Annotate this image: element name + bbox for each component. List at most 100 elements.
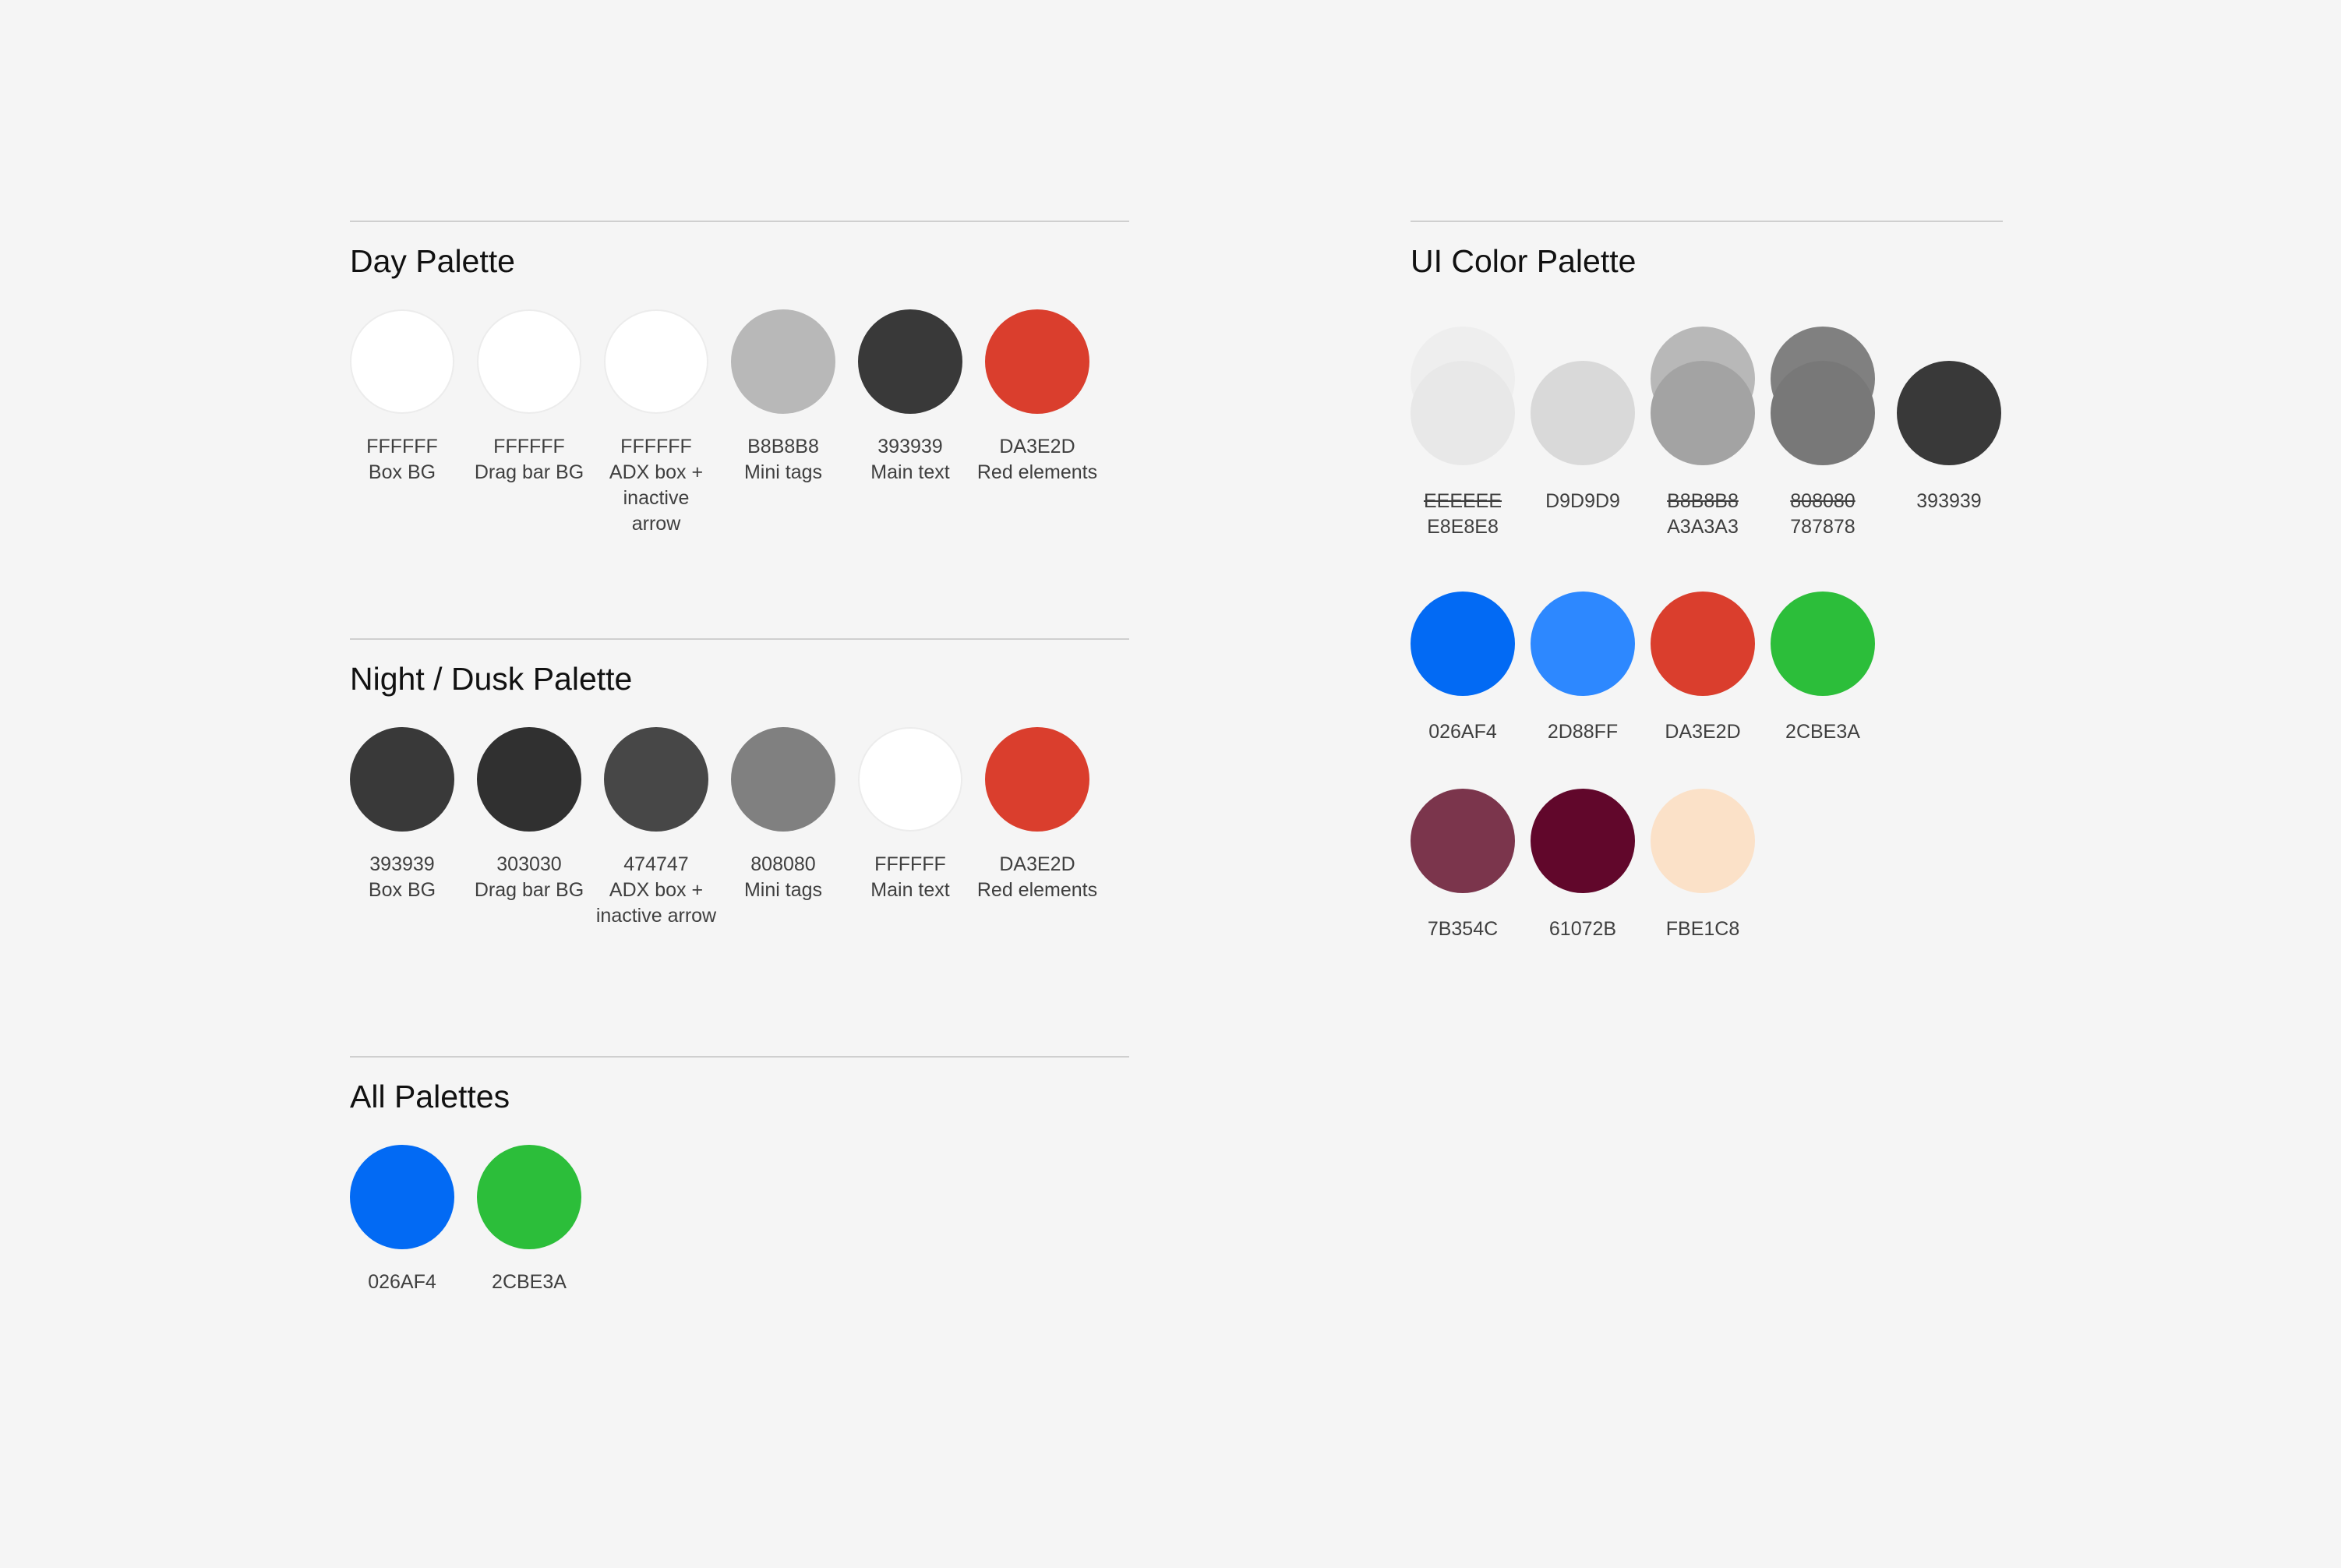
hex-label: 303030 xyxy=(496,853,562,875)
hex-label: 7B354C xyxy=(1427,918,1499,940)
color-circle xyxy=(1531,592,1635,696)
color-circle xyxy=(350,1145,454,1249)
color-circle xyxy=(350,727,454,832)
ui-color-palette-section: UI Color Palette EEEEEE E8E8E8 D9D9D9 B8B… xyxy=(1411,221,2003,940)
swatch: 808080 Mini tags xyxy=(731,727,835,903)
color-circle xyxy=(985,309,1089,414)
usage-label: Mini tags xyxy=(743,879,823,901)
swatch-row-accents: 026AF4 2D88FF DA3E2D 2CBE3A xyxy=(1411,592,2003,763)
section-title: UI Color Palette xyxy=(1411,243,1637,279)
color-circle xyxy=(1411,361,1515,465)
night-palette-section: Night / Dusk Palette 393939 Box BG 303030… xyxy=(350,638,1129,929)
swatch-row: 026AF4 2CBE3A xyxy=(350,1145,1129,1295)
hex-label: 61072B xyxy=(1548,918,1617,940)
hex-label: 787878 xyxy=(1790,516,1855,538)
hex-label: FFFFFF xyxy=(366,436,438,457)
swatch: DA3E2D Red elements xyxy=(977,727,1097,903)
usage-label: Box BG xyxy=(368,879,436,901)
section-divider xyxy=(350,221,1129,222)
hex-label-deprecated: 808080 xyxy=(1790,490,1855,512)
swatch: 2D88FF xyxy=(1531,592,1635,745)
color-circle xyxy=(858,727,962,832)
hex-label: 393939 xyxy=(1916,490,1982,512)
usage-label: inactive arrow xyxy=(595,905,717,927)
swatch-stacked: EEEEEE E8E8E8 xyxy=(1411,327,1515,540)
swatch: FFFFFF Main text xyxy=(858,727,962,903)
swatch: 2CBE3A xyxy=(1771,592,1875,745)
swatch: 393939 xyxy=(1897,327,2001,514)
all-palettes-section: All Palettes 026AF4 2CBE3A xyxy=(350,1056,1129,1295)
color-circle xyxy=(477,309,581,414)
usage-label: inactive xyxy=(623,487,690,509)
color-circle xyxy=(1651,789,1755,893)
swatch: B8B8B8 Mini tags xyxy=(731,309,835,486)
color-circle xyxy=(1651,592,1755,696)
hex-label-deprecated: B8B8B8 xyxy=(1667,490,1739,512)
hex-label: 026AF4 xyxy=(1428,721,1497,743)
color-circle xyxy=(858,309,962,414)
swatch: 026AF4 xyxy=(350,1145,454,1295)
hex-label: 393939 xyxy=(369,853,435,875)
usage-label: Drag bar BG xyxy=(474,461,584,483)
usage-label: Red elements xyxy=(976,461,1098,483)
usage-label: Mini tags xyxy=(743,461,823,483)
hex-label: FFFFFF xyxy=(620,436,692,457)
swatch-row-neutrals: EEEEEE E8E8E8 D9D9D9 B8B8B8 A3A3A3 808080 7… xyxy=(1411,327,2003,560)
color-circle xyxy=(1531,789,1635,893)
usage-label: Red elements xyxy=(976,879,1098,901)
hex-label: E8E8E8 xyxy=(1427,516,1499,538)
swatch: FFFFFF ADX box + inactive arrow xyxy=(604,309,708,537)
hex-label-deprecated: EEEEEE xyxy=(1423,490,1502,512)
hex-label: DA3E2D xyxy=(1665,721,1741,743)
section-divider xyxy=(1411,221,2003,222)
hex-label: DA3E2D xyxy=(999,853,1075,875)
swatch-stacked: B8B8B8 A3A3A3 xyxy=(1651,327,1755,540)
swatch: FFFFFF Drag bar BG xyxy=(475,309,584,486)
swatch: 393939 Main text xyxy=(858,309,962,486)
usage-label: arrow xyxy=(631,513,681,535)
usage-label: Main text xyxy=(870,879,950,901)
hex-label: D9D9D9 xyxy=(1545,490,1620,512)
hex-label: A3A3A3 xyxy=(1667,516,1739,538)
swatch: 303030 Drag bar BG xyxy=(475,727,584,903)
hex-label: 026AF4 xyxy=(368,1271,436,1293)
hex-label: 2D88FF xyxy=(1547,721,1619,743)
swatch: 026AF4 xyxy=(1411,592,1515,745)
swatch: 61072B xyxy=(1531,789,1635,942)
color-circle xyxy=(1651,361,1755,465)
section-divider xyxy=(350,1056,1129,1058)
swatch-row-warm: 7B354C 61072B FBE1C8 xyxy=(1411,789,2003,960)
color-circle xyxy=(477,1145,581,1249)
hex-label: 393939 xyxy=(877,436,943,457)
section-title: Night / Dusk Palette xyxy=(350,661,633,697)
color-circle xyxy=(1411,592,1515,696)
hex-label: 2CBE3A xyxy=(1785,721,1860,743)
color-circle xyxy=(604,727,708,832)
hex-label: 474747 xyxy=(623,853,689,875)
color-circle xyxy=(1771,592,1875,696)
day-palette-section: Day Palette FFFFFF Box BG FFFFFF Drag bar … xyxy=(350,221,1129,537)
swatch: 2CBE3A xyxy=(477,1145,581,1295)
swatch: FFFFFF Box BG xyxy=(350,309,454,486)
color-circle xyxy=(604,309,708,414)
swatch-row: 393939 Box BG 303030 Drag bar BG 474747 ADX… xyxy=(350,727,1129,929)
swatch: D9D9D9 xyxy=(1531,327,1635,514)
swatch-stacked: 808080 787878 xyxy=(1771,327,1875,540)
hex-label: B8B8B8 xyxy=(747,436,819,457)
hex-label: DA3E2D xyxy=(999,436,1075,457)
color-circle xyxy=(731,309,835,414)
swatch: FBE1C8 xyxy=(1651,789,1755,942)
hex-label: FFFFFF xyxy=(493,436,565,457)
color-circle xyxy=(477,727,581,832)
usage-label: Box BG xyxy=(368,461,436,483)
color-circle xyxy=(1771,361,1875,465)
color-circle xyxy=(731,727,835,832)
swatch: 474747 ADX box + inactive arrow xyxy=(596,727,716,929)
hex-label: FBE1C8 xyxy=(1665,918,1740,940)
swatch-row: FFFFFF Box BG FFFFFF Drag bar BG FFFFFF ADX… xyxy=(350,309,1129,537)
usage-label: Drag bar BG xyxy=(474,879,584,901)
color-circle xyxy=(350,309,454,414)
color-circle xyxy=(985,727,1089,832)
swatch: DA3E2D Red elements xyxy=(977,309,1097,486)
section-title: All Palettes xyxy=(350,1079,510,1114)
